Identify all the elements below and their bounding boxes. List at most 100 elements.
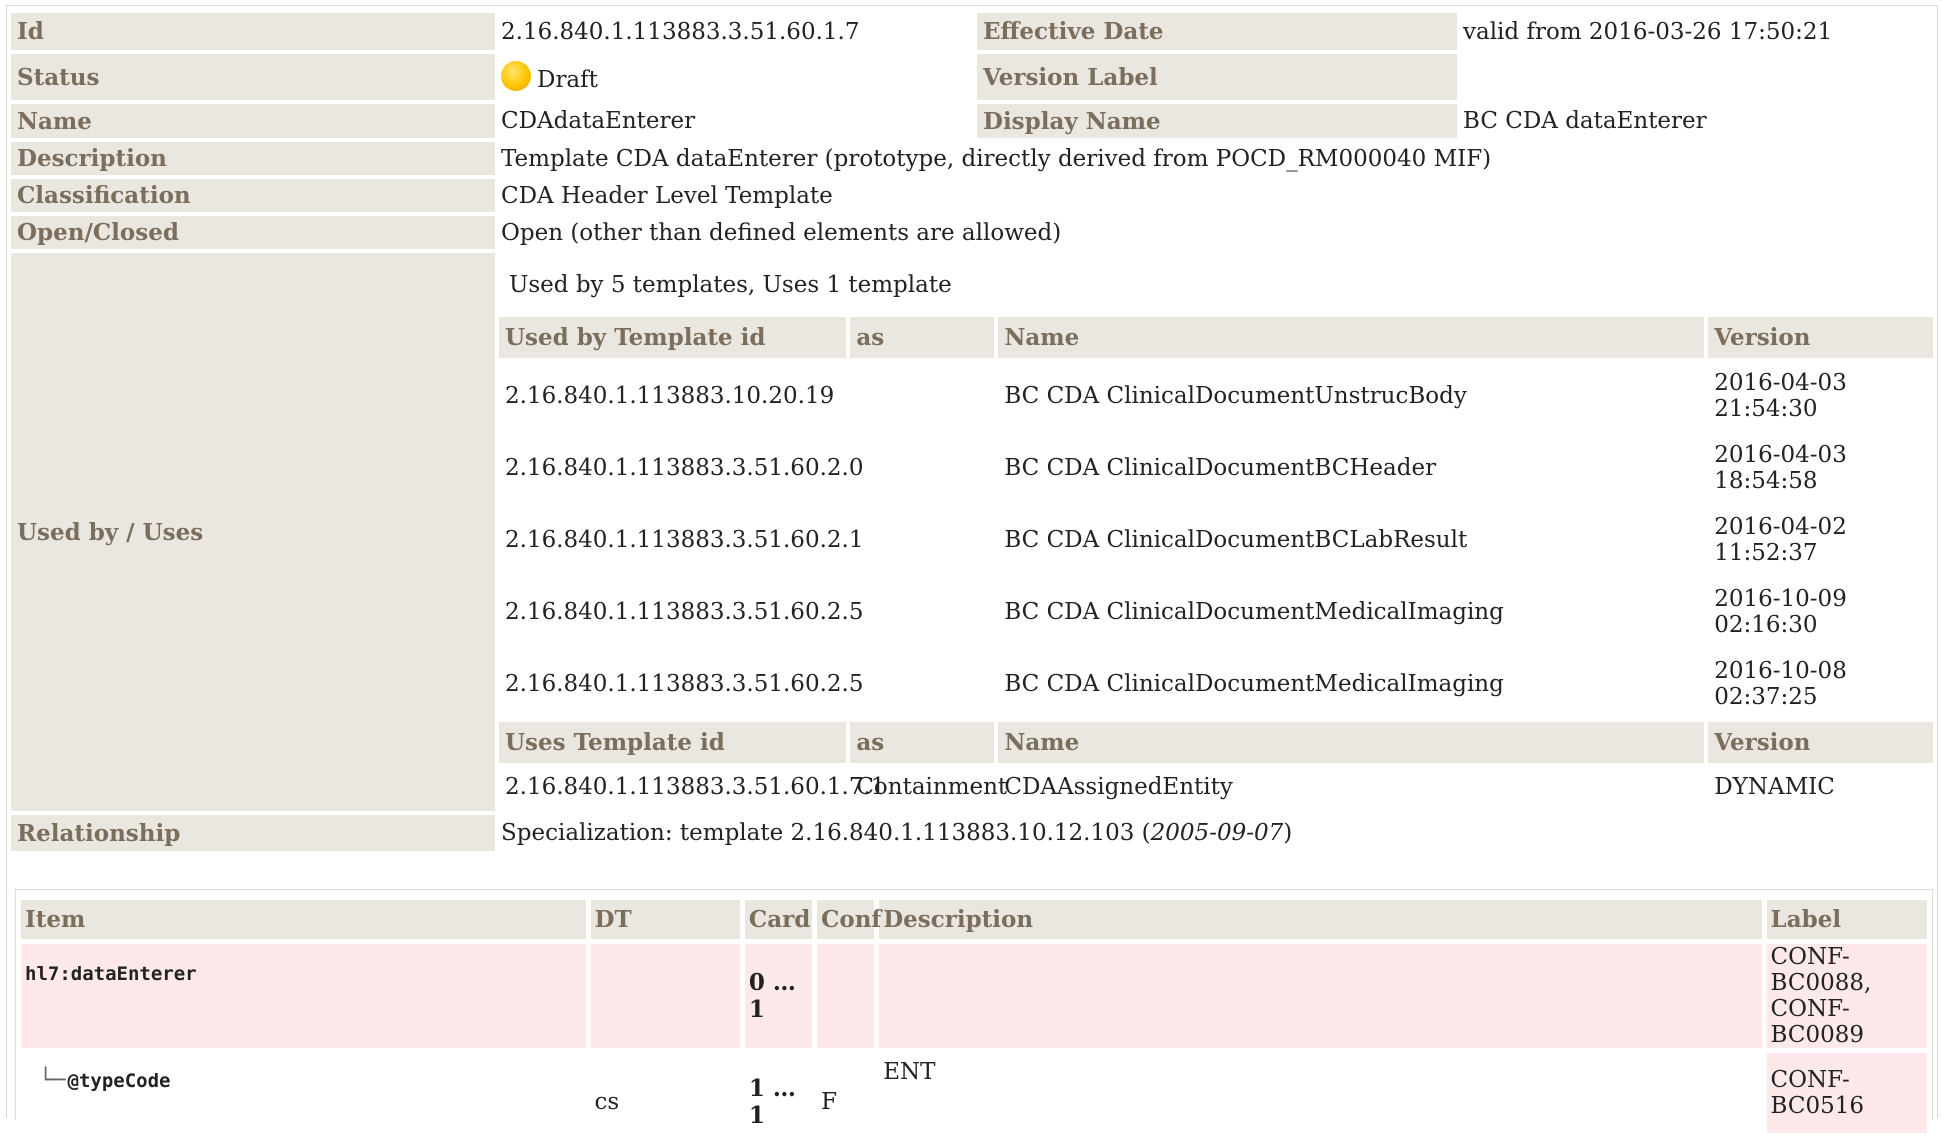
item-dt — [590, 944, 740, 1048]
id-value: 2.16.840.1.113883.3.51.60.1.7 — [501, 18, 860, 45]
relationship-date: 2005-09-07 — [1150, 820, 1284, 846]
version-label-label: Version Label — [977, 54, 1457, 100]
item-card: 1 … 1 — [748, 1075, 796, 1129]
items-header-card: Card — [744, 900, 813, 939]
version-label-value — [1457, 54, 1937, 100]
used-by-row: 2.16.840.1.113883.3.51.60.2.5 BC CDA Cli… — [499, 650, 1933, 718]
used-by-header-as: as — [850, 317, 995, 358]
used-by-template-id[interactable]: 2.16.840.1.113883.3.51.60.2.5 — [499, 650, 863, 718]
template-metadata-table: Id 2.16.840.1.113883.3.51.60.1.7 Effecti… — [11, 9, 1937, 855]
status-value: Draft — [537, 67, 598, 93]
open-closed-value: Open (other than defined elements are al… — [501, 219, 1062, 246]
used-by-row: 2.16.840.1.113883.3.51.60.2.1 BC CDA Cli… — [499, 506, 1933, 574]
item-name-cell: hl7:dataEnterer — [21, 944, 586, 1048]
version-date: 2016-04-03 — [1714, 442, 1847, 468]
uses-row: 2.16.840.1.113883.3.51.60.1.7.1 Containm… — [499, 767, 1933, 807]
uses-header-as: as — [850, 722, 995, 763]
item-description: ENT — [883, 1059, 936, 1085]
display-name-value: BC CDA dataEnterer — [1463, 108, 1707, 134]
name-label: Name — [11, 104, 495, 138]
used-by-template-id[interactable]: 2.16.840.1.113883.3.51.60.2.0 — [499, 434, 863, 502]
used-by-version: 2016-10-08 02:37:25 — [1708, 650, 1933, 718]
item-label-line: CONF-BC0516 — [1770, 1067, 1865, 1119]
used-by-template-id[interactable]: 2.16.840.1.113883.3.51.60.2.5 — [499, 578, 863, 646]
version-time: 18:54:58 — [1714, 468, 1818, 494]
item-card: 0 … 1 — [744, 944, 813, 1048]
usage-cell: Used by 5 templates, Uses 1 template Use… — [495, 253, 1937, 811]
classification-value: CDA Header Level Template — [501, 182, 833, 209]
used-by-name: BC CDA ClinicalDocumentBCLabResult — [1004, 527, 1468, 553]
used-by-row: 2.16.840.1.113883.10.20.19 BC CDA Clinic… — [499, 362, 1933, 430]
uses-header-id: Uses Template id — [499, 722, 847, 763]
template-items-panel: Item DT Card Conf Description Label hl7:… — [15, 889, 1933, 1133]
usage-summary: Used by 5 templates, Uses 1 template — [509, 272, 952, 298]
used-by-row: 2.16.840.1.113883.3.51.60.2.5 BC CDA Cli… — [499, 578, 1933, 646]
used-by-version: 2016-04-03 18:54:58 — [1708, 434, 1933, 502]
classification-label: Classification — [11, 179, 495, 212]
draft-status-icon — [501, 61, 531, 91]
uses-template-id[interactable]: 2.16.840.1.113883.3.51.60.1.7.1 — [499, 767, 885, 807]
status-cell: Draft — [495, 54, 977, 100]
used-by-name: BC CDA ClinicalDocumentMedicalImaging — [1004, 599, 1504, 625]
tree-branch-icon: └─ — [39, 1068, 66, 1093]
item-name: hl7:dataEnterer — [25, 963, 197, 985]
items-header-dt: DT — [590, 900, 740, 939]
id-label: Id — [11, 13, 495, 50]
used-by-as — [850, 578, 994, 646]
items-header-label: Label — [1766, 900, 1927, 939]
status-label: Status — [11, 54, 495, 100]
version-date: 2016-10-08 — [1714, 658, 1847, 684]
used-by-as — [850, 434, 994, 502]
used-by-template-id[interactable]: 2.16.840.1.113883.3.51.60.2.1 — [499, 506, 863, 574]
used-by-as — [850, 650, 994, 718]
used-by-name: BC CDA ClinicalDocumentMedicalImaging — [1004, 671, 1504, 697]
used-by-version: 2016-04-02 11:52:37 — [1708, 506, 1933, 574]
item-name-cell: └─ @typeCode — [21, 1053, 586, 1133]
uses-as: Containment — [856, 774, 1008, 800]
display-name-label: Display Name — [977, 104, 1457, 138]
relationship-label: Relationship — [11, 815, 495, 851]
used-by-header-name: Name — [998, 317, 1705, 358]
used-by-name: BC CDA ClinicalDocumentUnstrucBody — [1004, 383, 1467, 409]
item-label: CONF-BC0088, CONF-BC0089 — [1766, 944, 1927, 1048]
effective-date-label: Effective Date — [977, 13, 1457, 50]
item-dt: cs — [594, 1089, 620, 1115]
item-conf — [817, 944, 875, 1048]
version-date: 2016-10-09 — [1714, 586, 1847, 612]
items-header-item: Item — [21, 900, 586, 939]
relationship-value: Specialization: template 2.16.840.1.1138… — [495, 815, 1937, 851]
used-by-version: 2016-04-03 21:54:30 — [1708, 362, 1933, 430]
used-by-row: 2.16.840.1.113883.3.51.60.2.0 BC CDA Cli… — [499, 434, 1933, 502]
used-by-header-version: Version — [1708, 317, 1933, 358]
used-by-name: BC CDA ClinicalDocumentBCHeader — [1004, 455, 1437, 481]
item-row: └─ @typeCode cs 1 … 1 F ENT CONF-BC0516 — [21, 1053, 1927, 1133]
version-time: 21:54:30 — [1714, 396, 1818, 422]
template-items-table: Item DT Card Conf Description Label hl7:… — [16, 895, 1932, 1138]
item-description — [879, 944, 1762, 1048]
template-page: Id 2.16.840.1.113883.3.51.60.1.7 Effecti… — [0, 0, 1942, 1133]
item-label-line: CONF-BC0089 — [1770, 996, 1865, 1048]
usage-table: Used by 5 templates, Uses 1 template Use… — [495, 253, 1937, 811]
used-by-header-id: Used by Template id — [499, 317, 847, 358]
uses-name: CDAAssignedEntity — [1004, 774, 1233, 800]
description-label: Description — [11, 142, 495, 175]
name-value: CDAdataEnterer — [501, 108, 696, 134]
used-by-as — [850, 362, 994, 430]
used-by-version: 2016-10-09 02:16:30 — [1708, 578, 1933, 646]
items-header-description: Description — [879, 900, 1762, 939]
item-conf: F — [821, 1089, 838, 1115]
open-closed-label: Open/Closed — [11, 216, 495, 249]
used-by-template-id[interactable]: 2.16.840.1.113883.10.20.19 — [499, 362, 846, 430]
relationship-suffix: ) — [1283, 820, 1293, 846]
version-time: 11:52:37 — [1714, 540, 1818, 566]
item-name: @typeCode — [67, 1070, 171, 1092]
version-date: 2016-04-03 — [1714, 370, 1847, 396]
item-row: hl7:dataEnterer 0 … 1 CONF-BC0088, CONF-B… — [21, 944, 1927, 1048]
description-value: Template CDA dataEnterer (prototype, dir… — [501, 145, 1492, 172]
uses-version: DYNAMIC — [1714, 774, 1835, 800]
used-by-uses-label: Used by / Uses — [11, 253, 495, 811]
items-header-conf: Conf — [817, 900, 881, 939]
effective-date-value: valid from 2016-03-26 17:50:21 — [1463, 18, 1833, 45]
item-label-line: CONF-BC0088, — [1770, 944, 1872, 996]
uses-header-name: Name — [998, 722, 1705, 763]
